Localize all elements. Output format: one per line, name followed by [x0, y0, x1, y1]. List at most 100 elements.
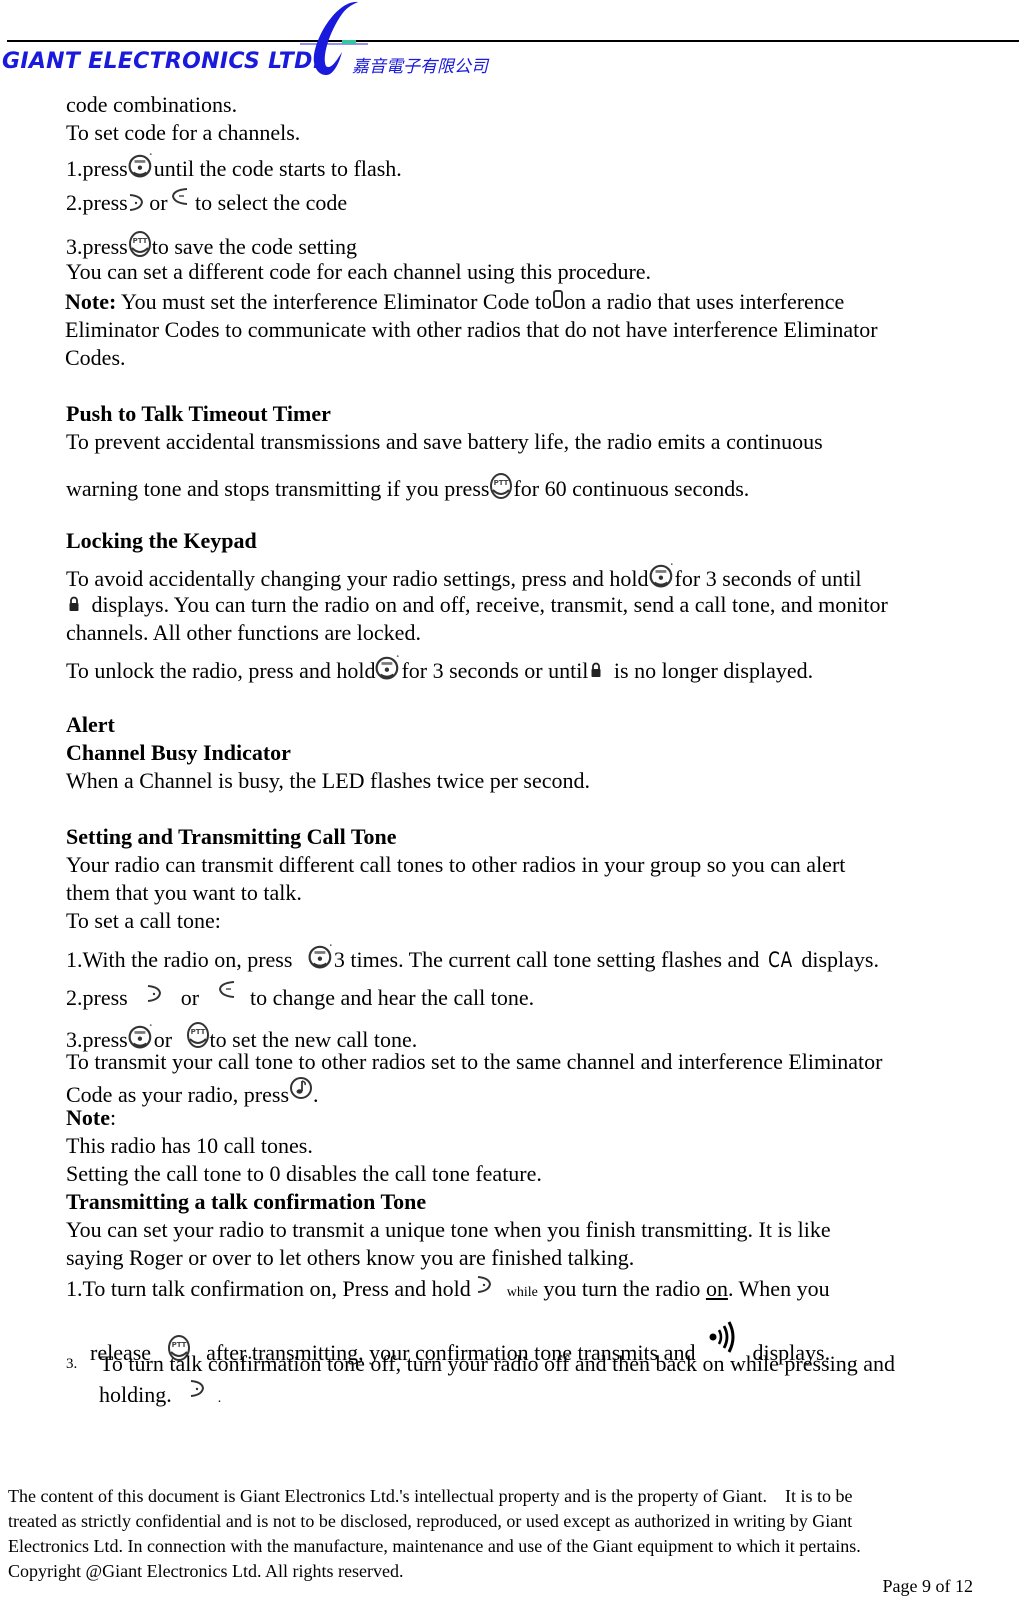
- text: 1.To turn talk confirmation on, Press an…: [66, 1276, 471, 1301]
- lock-icon: [68, 596, 80, 612]
- text: 1.With the radio on, press: [66, 947, 298, 972]
- menu-button-icon: [649, 562, 675, 588]
- text: for 3 seconds or until: [401, 658, 589, 683]
- text: while: [506, 1285, 538, 1300]
- step-2: 2.press or to select the code: [66, 186, 347, 217]
- step-1: 1.press until the code starts to flash.: [66, 152, 402, 183]
- menu-button-icon: [128, 1023, 154, 1049]
- section-heading: Transmitting a talk confirmation Tone: [66, 1189, 427, 1214]
- text: you turn the radio: [537, 1276, 706, 1301]
- text: :: [109, 1105, 117, 1130]
- note-line: Note: You must set the interference Elim…: [65, 288, 844, 316]
- note-text: You must set the interference Eliminator…: [116, 289, 552, 314]
- up-arrow-button-icon: [145, 983, 167, 1003]
- menu-button-icon: [128, 152, 154, 178]
- text-line: channels. All other functions are locked…: [66, 620, 421, 645]
- ptt-button-icon: [186, 1019, 210, 1049]
- up-arrow-button-icon: [188, 1378, 210, 1398]
- text-line: To set code for a channels.: [66, 120, 301, 145]
- confidentiality-footer: The content of this document is Giant El…: [8, 1484, 861, 1584]
- footer-line: treated as strictly confidential and is …: [8, 1511, 853, 1531]
- text: .: [217, 1391, 222, 1406]
- call-tone-display-code: CA: [767, 948, 793, 972]
- step-text: to save the code setting: [151, 234, 357, 259]
- section-heading: Locking the Keypad: [66, 528, 257, 553]
- ptt-button-icon: [489, 470, 513, 500]
- down-arrow-button-icon: [215, 979, 237, 999]
- text: displays.: [795, 947, 879, 972]
- step-3-number: 3.: [66, 1356, 78, 1372]
- text-line: saying Roger or over to let others know …: [66, 1245, 635, 1270]
- text-line: warning tone and stops transmitting if y…: [66, 470, 749, 503]
- note-line: Note:: [66, 1104, 116, 1132]
- text-line: code combinations.: [66, 92, 238, 117]
- text-line: To transmit your call tone to other radi…: [66, 1049, 883, 1074]
- subsection-heading: Channel Busy Indicator: [66, 740, 291, 765]
- text-line: To avoid accidentally changing your radi…: [66, 562, 862, 593]
- section-heading: Alert: [66, 712, 115, 737]
- text-line: When a Channel is busy, the LED flashes …: [66, 768, 590, 793]
- step-text: 1.press: [66, 156, 128, 181]
- step-1: 1.To turn talk confirmation on, Press an…: [66, 1274, 830, 1307]
- text: 2.press: [66, 985, 134, 1010]
- step-text: or: [149, 190, 168, 215]
- menu-button-icon: [375, 654, 401, 680]
- text-line: To turn talk confirmation tone off, turn…: [100, 1351, 895, 1376]
- footer-line: Electronics Ltd. In connection with the …: [8, 1536, 861, 1556]
- text-line: Your radio can transmit different call t…: [66, 852, 846, 877]
- note-text: on a radio that uses interference: [563, 289, 845, 314]
- text-line: Codes.: [65, 345, 126, 370]
- text: is no longer displayed.: [608, 658, 814, 683]
- text-line: To set a call tone:: [66, 908, 221, 933]
- text-line: To unlock the radio, press and hold for 3…: [66, 654, 813, 685]
- text: displays. You can turn the radio on and …: [86, 592, 888, 617]
- ptt-button-icon: [128, 228, 152, 258]
- text-line: displays. You can turn the radio on and …: [66, 591, 888, 619]
- text: for 3 seconds of until: [674, 566, 862, 591]
- text: .: [313, 1082, 319, 1107]
- section-heading: Push to Talk Timeout Timer: [66, 401, 331, 426]
- text-line: This radio has 10 call tones.: [66, 1133, 313, 1158]
- header-rule: [7, 40, 1019, 42]
- text-line: Setting the call tone to 0 disables the …: [66, 1161, 542, 1186]
- note-label: Note:: [65, 289, 117, 314]
- text-line: holding..: [99, 1378, 221, 1413]
- section-heading: Setting and Transmitting Call Tone: [66, 824, 397, 849]
- note-label: Note: [66, 1105, 110, 1130]
- page-number: Page 9 of 12: [882, 1576, 973, 1596]
- text: or: [175, 985, 205, 1010]
- text-line: them that you want to talk.: [66, 880, 302, 905]
- step-text: to select the code: [189, 190, 348, 215]
- text: on: [705, 1276, 728, 1301]
- menu-button-icon: [308, 943, 334, 969]
- step-2: 2.press or to change and hear the call t…: [66, 979, 534, 1012]
- company-name-chinese: 嘉音電子有限公司: [352, 57, 488, 77]
- company-name: GIANT ELECTRONICS LTD.: [2, 49, 322, 74]
- step-1: 1.With the radio on, press 3 times. The …: [66, 943, 879, 974]
- text: warning tone and stops transmitting if y…: [66, 476, 490, 501]
- text-line: You can set your radio to transmit a uni…: [66, 1217, 831, 1242]
- text: To avoid accidentally changing your radi…: [66, 566, 649, 591]
- step-text: until the code starts to flash.: [153, 156, 402, 181]
- up-arrow-button-icon: [127, 192, 149, 212]
- text-line: Eliminator Codes to communicate with oth…: [65, 317, 878, 342]
- blank-digit-icon: [552, 288, 564, 310]
- text: 3 times. The current call tone setting f…: [333, 947, 765, 972]
- text: for 60 continuous seconds.: [513, 476, 750, 501]
- lock-icon: [590, 662, 602, 678]
- step-3: 3.press to save the code setting: [66, 228, 357, 261]
- text: to change and hear the call tone.: [244, 985, 535, 1010]
- text: holding.: [99, 1382, 172, 1407]
- up-arrow-button-icon: [475, 1274, 497, 1294]
- text: To unlock the radio, press and hold: [66, 658, 376, 683]
- step-text: 3.press: [66, 234, 128, 259]
- text-line: To prevent accidental transmissions and …: [66, 429, 823, 454]
- footer-line: The content of this document is Giant El…: [8, 1486, 853, 1506]
- down-arrow-button-icon: [168, 186, 190, 206]
- text-line: You can set a different code for each ch…: [66, 259, 652, 284]
- music-note-button-icon: [289, 1076, 313, 1100]
- text: . When you: [727, 1276, 830, 1301]
- footer-line: Copyright @Giant Electronics Ltd. All ri…: [8, 1561, 404, 1581]
- step-text: 2.press: [66, 190, 134, 215]
- signal-waves-icon: [707, 1320, 737, 1354]
